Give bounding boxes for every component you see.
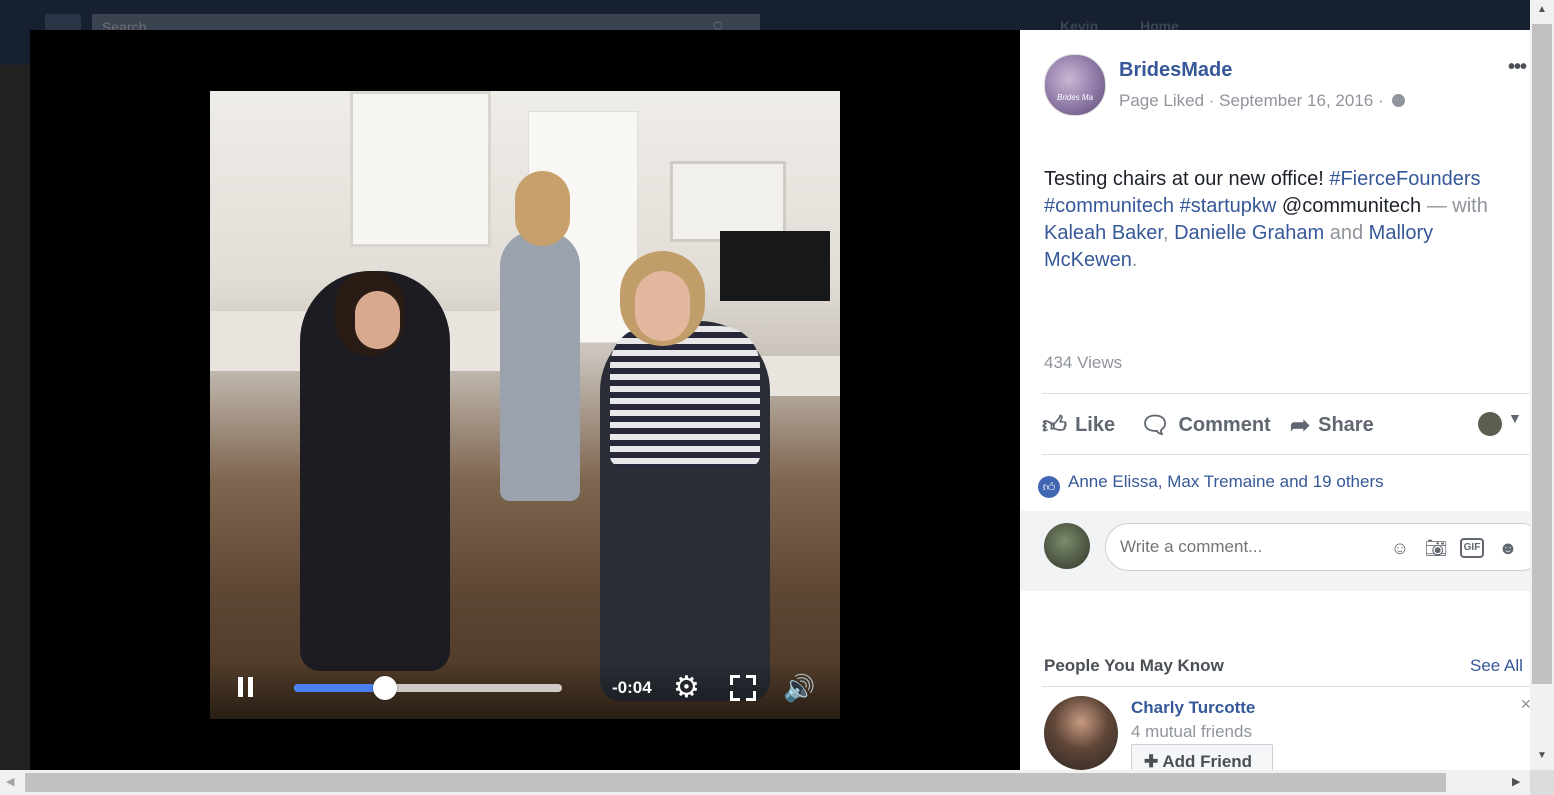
comment-bubble-icon: 🗨︎ <box>1140 412 1171 439</box>
post-actions: 👍︎ Like 🗨︎ Comment ➦ Share ▼ <box>1042 408 1530 442</box>
video-scrubber-handle[interactable] <box>373 676 398 700</box>
horizontal-scrollbar[interactable]: ◀ ▶ <box>0 770 1530 795</box>
camera-icon[interactable]: 📷︎ <box>1424 537 1448 559</box>
mention-communitech: @communitech <box>1281 195 1422 217</box>
volume-icon[interactable]: 🔊 <box>783 673 815 703</box>
like-label: Like <box>1075 414 1116 436</box>
pause-icon <box>238 677 243 697</box>
time-remaining: -0:04 <box>612 678 652 697</box>
comment-composer: ☺ 📷︎ GIF ☻ <box>1020 511 1530 591</box>
hashtag-communitech[interactable]: #communitech <box>1044 195 1174 217</box>
post-text-plain: Testing chairs at our new office! <box>1044 168 1330 190</box>
mutual-friends-count[interactable]: 4 mutual friends <box>1131 722 1252 742</box>
post-meta-text: Page Liked · September 16, 2016 · <box>1119 91 1384 110</box>
reactions-summary[interactable]: 👍︎ Anne Elissa, Max Tremaine and 19 other… <box>1038 472 1384 498</box>
reactions-text: Anne Elissa, Max Tremaine and 19 others <box>1068 472 1384 491</box>
video-controls: -0:04 ⚙ 🔊 <box>210 661 840 719</box>
scrollbar-corner <box>1530 770 1554 795</box>
add-friend-button[interactable]: ✚ Add Friend <box>1131 744 1273 770</box>
video-scene-head-back <box>515 171 570 246</box>
video-scene-window-right <box>670 161 786 242</box>
act-as-avatar[interactable] <box>1478 412 1502 436</box>
video-scene-monitor <box>720 231 830 301</box>
with-label: — with <box>1421 195 1488 217</box>
scroll-down-icon[interactable]: ▼ <box>1537 750 1547 761</box>
see-all-link[interactable]: See All <box>1470 656 1523 676</box>
gif-icon[interactable]: GIF <box>1460 538 1484 558</box>
tagged-danielle-graham[interactable]: Danielle Graham <box>1174 222 1324 244</box>
share-label: Share <box>1318 414 1374 436</box>
scroll-right-icon[interactable]: ▶ <box>1512 775 1520 788</box>
tag-period: . <box>1131 249 1138 271</box>
hashtag-fiercefounders[interactable]: #FierceFounders <box>1329 168 1480 190</box>
divider <box>1042 686 1530 687</box>
page-avatar[interactable] <box>1044 54 1106 116</box>
horizontal-scroll-thumb[interactable] <box>25 773 1446 792</box>
video-progress-fill <box>294 684 386 692</box>
post-text: Testing chairs at our new office! #Fierc… <box>1044 166 1514 274</box>
view-count: 434 Views <box>1044 353 1123 372</box>
chevron-down-icon[interactable]: ▼ <box>1508 410 1522 426</box>
divider <box>1042 393 1530 394</box>
page-name-link[interactable]: BridesMade <box>1119 59 1232 82</box>
gear-icon[interactable]: ⚙ <box>673 671 700 705</box>
emoji-icon[interactable]: ☺ <box>1388 537 1412 559</box>
vertical-scroll-thumb[interactable] <box>1532 24 1552 684</box>
globe-icon[interactable] <box>1392 94 1406 107</box>
close-icon[interactable]: ✕ <box>1520 696 1530 713</box>
sticker-icon[interactable]: ☻ <box>1496 537 1520 559</box>
post-meta: Page Liked · September 16, 2016 · <box>1119 91 1406 111</box>
scroll-up-icon[interactable]: ▲ <box>1537 4 1547 15</box>
like-button[interactable]: 👍︎ Like <box>1042 408 1115 442</box>
share-arrow-icon: ➦ <box>1290 412 1311 439</box>
thumbs-up-icon: 👍︎ <box>1042 412 1068 439</box>
pause-button[interactable] <box>238 677 254 697</box>
avatar <box>1044 523 1090 569</box>
suggested-friend-name[interactable]: Charly Turcotte <box>1131 698 1255 718</box>
video-progress-bar[interactable] <box>294 676 562 700</box>
video-scene-face-right <box>635 271 690 341</box>
comment-button[interactable]: 🗨︎ Comment <box>1140 408 1271 442</box>
fullscreen-icon[interactable] <box>730 675 756 701</box>
tagged-kaleah-baker[interactable]: Kaleah Baker <box>1044 222 1163 244</box>
share-button[interactable]: ➦ Share <box>1290 408 1374 442</box>
tag-and: and <box>1324 222 1369 244</box>
video-scene-person-back <box>500 231 580 501</box>
video-scene-striped-shirt <box>610 326 760 466</box>
dimmed-page-background <box>0 65 30 770</box>
scroll-left-icon[interactable]: ◀ <box>6 775 14 788</box>
hashtag-startupkw[interactable]: #startupkw <box>1180 195 1277 217</box>
vertical-scrollbar[interactable]: ▲ ▼ <box>1530 0 1554 770</box>
add-friend-label: Add Friend <box>1162 752 1253 770</box>
video-scene-face-left <box>355 291 400 349</box>
post-side-panel: BridesMade Page Liked · September 16, 20… <box>1020 30 1530 770</box>
like-badge-icon: 👍︎ <box>1038 476 1060 498</box>
people-you-may-know-title: People You May Know <box>1044 656 1224 675</box>
video-theater: -0:04 ⚙ 🔊 <box>30 30 1020 770</box>
divider <box>1042 454 1530 455</box>
comment-label: Comment <box>1178 414 1271 436</box>
add-friend-icon: ✚ <box>1144 752 1159 770</box>
more-options-icon[interactable]: ••• <box>1508 56 1527 79</box>
tag-comma: , <box>1162 222 1175 244</box>
video-player[interactable]: -0:04 ⚙ 🔊 <box>210 91 840 719</box>
pause-icon-bar <box>248 677 253 697</box>
suggested-friend-avatar[interactable] <box>1044 696 1118 770</box>
video-scene-window <box>350 91 491 247</box>
